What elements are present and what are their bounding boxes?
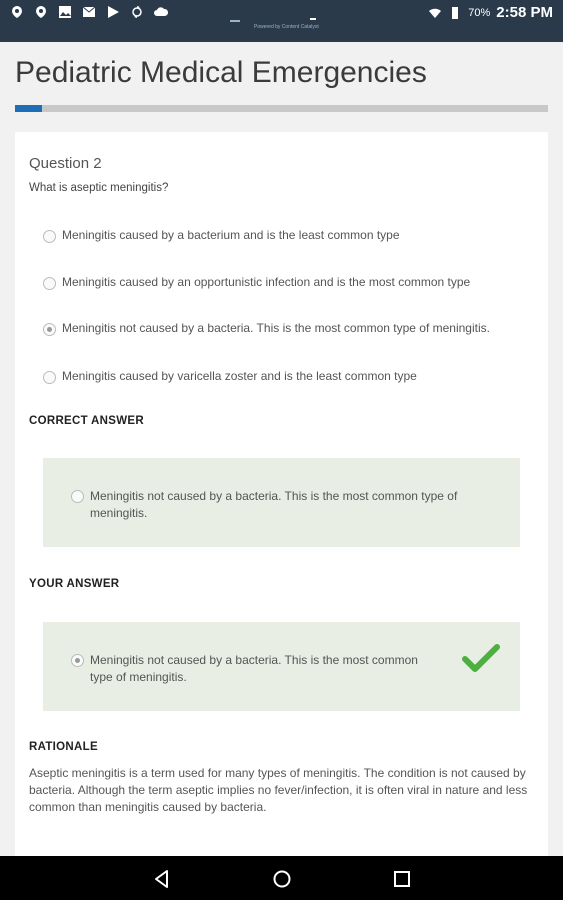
your-answer-text: Meningitis not caused by a bacteria. Thi… — [90, 653, 418, 684]
correct-answer-option: Meningitis not caused by a bacteria. Thi… — [71, 488, 471, 522]
cloud-icon — [154, 7, 168, 16]
check-icon — [462, 644, 500, 672]
option-label: Meningitis caused by a bacterium and is … — [62, 228, 400, 242]
location-icon — [36, 6, 46, 18]
your-answer-box: Meningitis not caused by a bacteria. Thi… — [43, 622, 520, 711]
radio-button — [71, 490, 84, 503]
system-status: 70% 2:58 PM — [428, 4, 553, 21]
page-title: Pediatric Medical Emergencies — [15, 56, 427, 89]
battery-percent: 70% — [468, 6, 491, 19]
correct-answer-heading: CORRECT ANSWER — [29, 415, 144, 427]
powered-by-text: Powered by Content Catalyst — [254, 24, 319, 30]
radio-button-selected — [71, 654, 84, 667]
radio-button[interactable] — [43, 277, 56, 290]
your-answer-heading: YOUR ANSWER — [29, 578, 120, 590]
option-label: Meningitis not caused by a bacteria. Thi… — [62, 321, 490, 335]
answer-option[interactable]: Meningitis caused by an opportunistic in… — [43, 275, 470, 290]
home-icon[interactable] — [270, 867, 294, 891]
back-icon[interactable] — [150, 867, 174, 891]
answer-option[interactable]: Meningitis not caused by a bacteria. Thi… — [43, 321, 490, 336]
navigation-bar — [0, 856, 563, 900]
radio-button-selected[interactable] — [43, 323, 56, 336]
correct-answer-text: Meningitis not caused by a bacteria. Thi… — [90, 489, 458, 520]
your-answer-option: Meningitis not caused by a bacteria. Thi… — [71, 652, 431, 686]
question-card: Question 2 What is aseptic meningitis? M… — [15, 132, 548, 856]
radio-button[interactable] — [43, 230, 56, 243]
option-label: Meningitis caused by an opportunistic in… — [62, 275, 471, 289]
play-store-icon — [108, 6, 119, 18]
correct-answer-box: Meningitis not caused by a bacteria. Thi… — [43, 458, 520, 547]
recents-icon[interactable] — [390, 867, 414, 891]
image-icon — [59, 6, 71, 18]
wifi-icon — [429, 8, 442, 18]
mail-icon — [82, 6, 96, 17]
clock: 2:58 PM — [496, 4, 553, 21]
powered-by: Powered by Content Catalyst — [230, 18, 340, 32]
progress-bar — [15, 105, 548, 112]
rationale-text: Aseptic meningitis is a term used for ma… — [29, 766, 528, 814]
answer-option[interactable]: Meningitis caused by varicella zoster an… — [43, 369, 417, 384]
notification-icons — [10, 5, 168, 19]
status-bar: Powered by Content Catalyst 70% 2:58 PM — [0, 0, 563, 42]
answer-option[interactable]: Meningitis caused by a bacterium and is … — [43, 228, 400, 243]
radio-button[interactable] — [43, 371, 56, 384]
battery-icon — [452, 6, 459, 19]
sync-icon — [132, 6, 142, 18]
option-label: Meningitis caused by varicella zoster an… — [62, 369, 417, 383]
rationale-heading: RATIONALE — [29, 741, 98, 753]
question-text: What is aseptic meningitis? — [29, 182, 169, 194]
question-title: Question 2 — [29, 155, 102, 172]
progress-fill — [15, 105, 42, 112]
location-icon — [12, 6, 22, 18]
